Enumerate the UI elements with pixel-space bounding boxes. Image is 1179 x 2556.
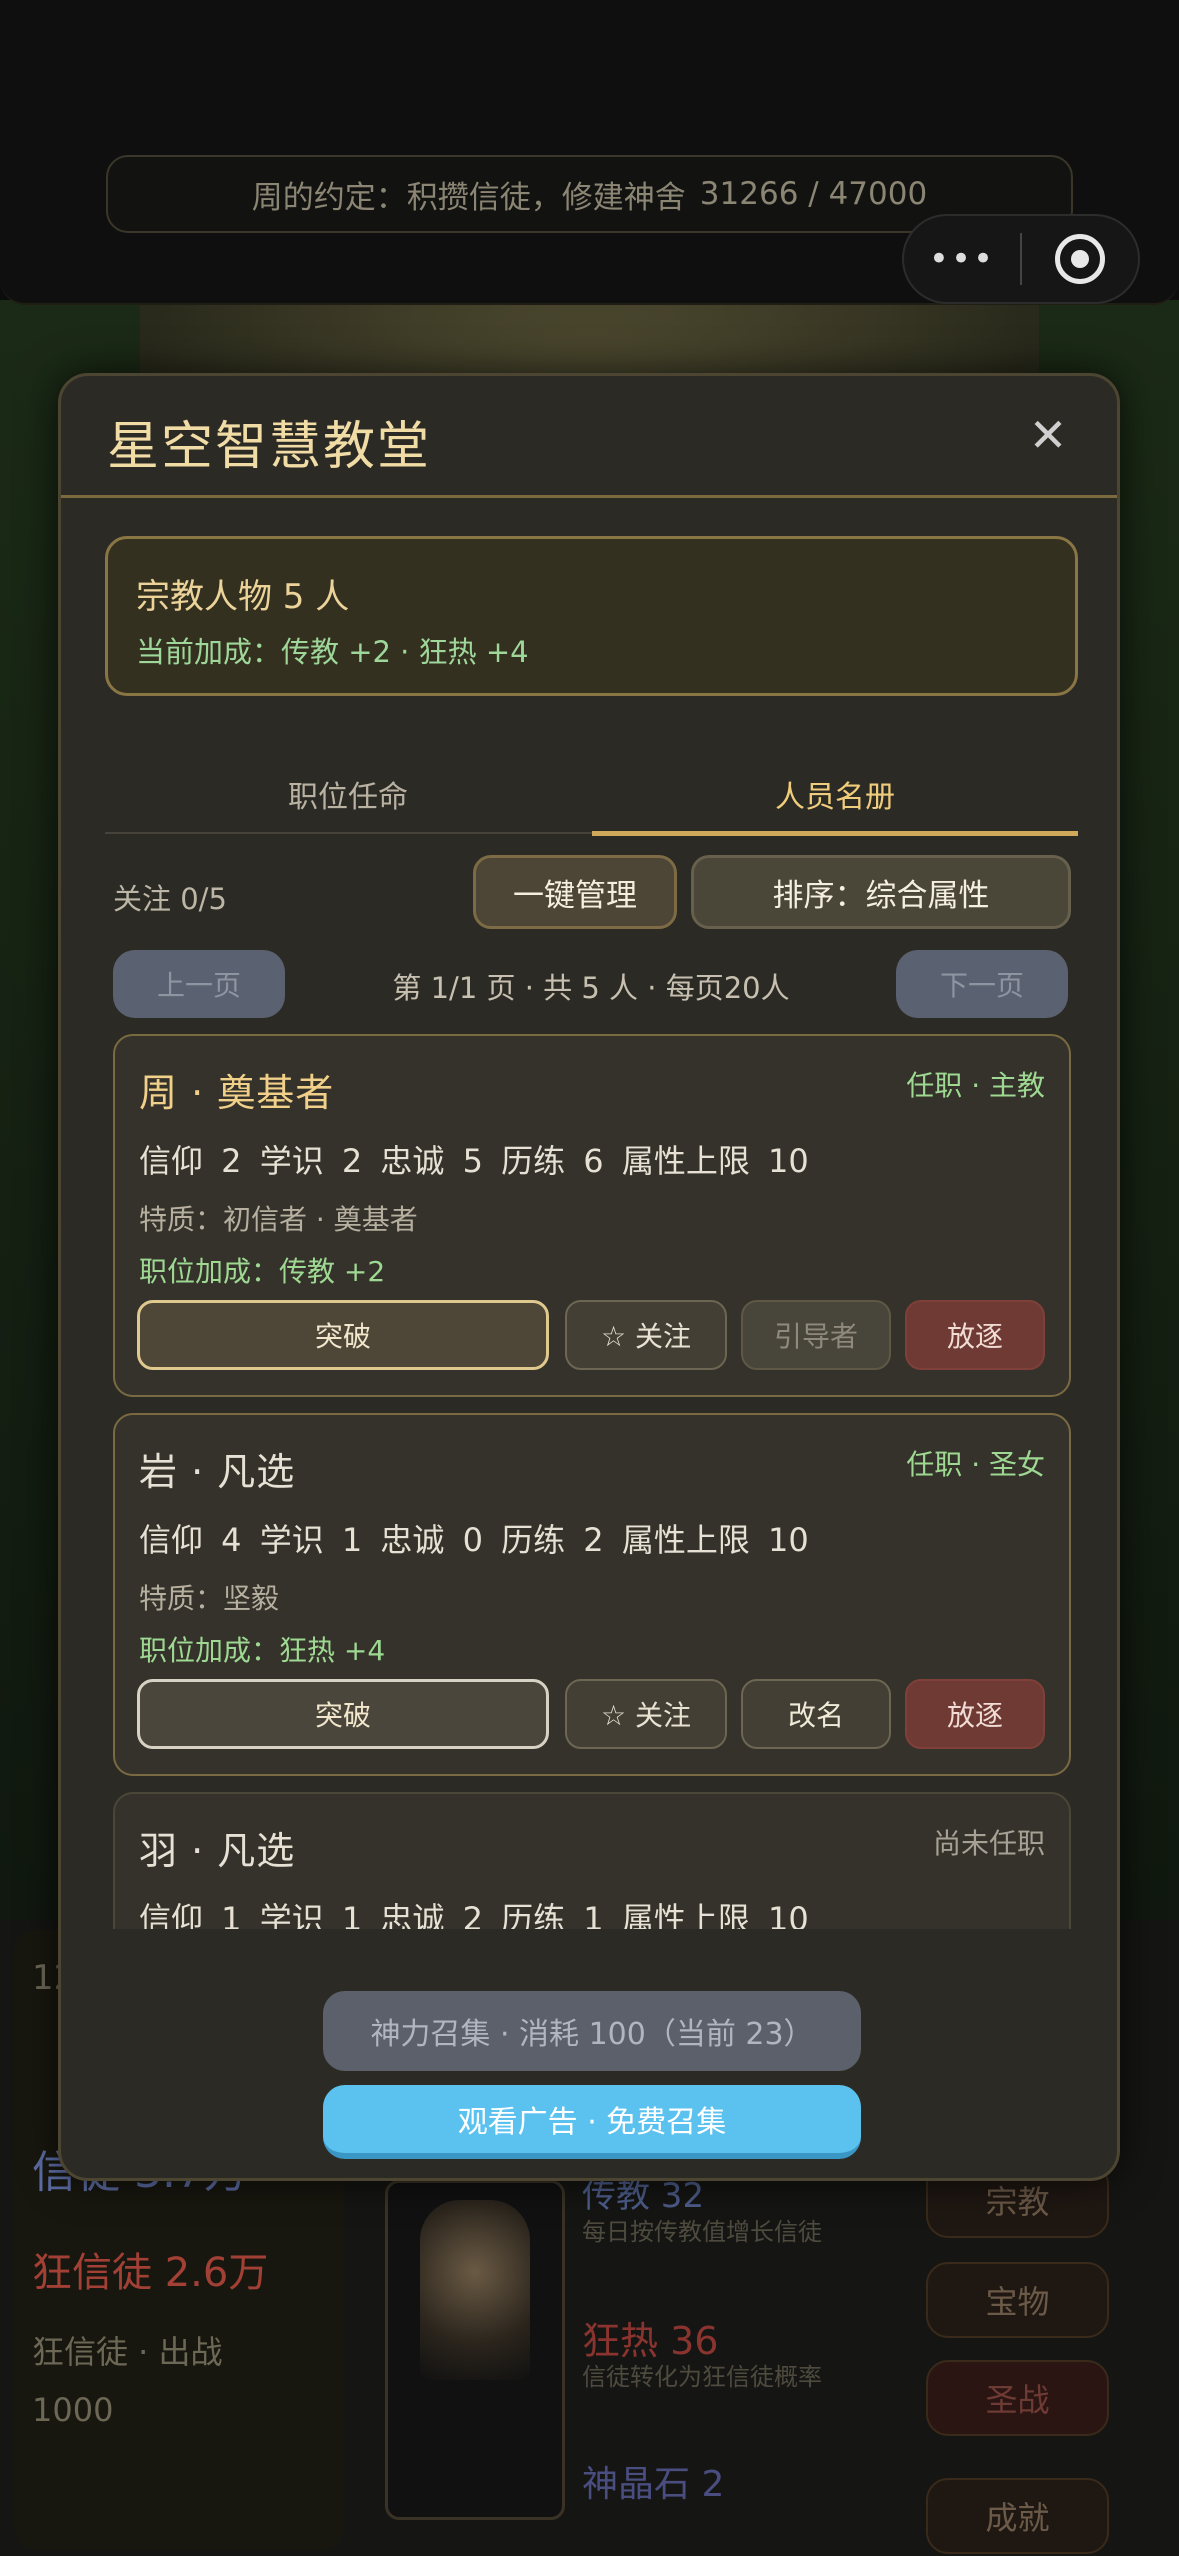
divine-summon-button[interactable]: 神力召集 · 消耗 100（当前 23）	[323, 1991, 861, 2071]
breakthrough-button[interactable]: 突破	[137, 1679, 549, 1749]
current-bonus: 当前加成：传教 +2 · 狂热 +4	[136, 635, 529, 669]
member-card: 岩 · 凡选 任职 · 圣女 信仰 4 学识 1 忠诚 0 历练 2 属性上限 …	[113, 1413, 1071, 1776]
member-role: 任职 · 圣女	[906, 1448, 1045, 1481]
quest-text: 周的约定：积攒信徒，修建神舍	[251, 179, 686, 216]
statue-image	[420, 2200, 530, 2380]
close-icon[interactable]: ✕	[1023, 408, 1073, 462]
member-stats: 信仰 1 学识 1 忠诚 2 历练 1 属性上限 10	[139, 1900, 809, 1929]
prev-page-button[interactable]: 上一页	[113, 950, 285, 1018]
zealot-deploy-label: 狂信徒 · 出战	[32, 2333, 223, 2371]
member-card: 羽 · 凡选 尚未任职 信仰 1 学识 1 忠诚 2 历练 1 属性上限 10	[113, 1792, 1071, 1929]
rename-button[interactable]: 改名	[741, 1679, 891, 1749]
member-name: 岩 · 凡选	[139, 1450, 296, 1494]
summary-box: 宗教人物 5 人 当前加成：传教 +2 · 狂热 +4	[105, 536, 1078, 696]
member-stats: 信仰 4 学识 1 忠诚 0 历练 2 属性上限 10	[139, 1521, 809, 1559]
target-icon[interactable]	[1022, 216, 1138, 302]
tab-bar: 职位任命 人员名册	[105, 754, 1078, 836]
follow-button[interactable]: ☆ 关注	[565, 1679, 727, 1749]
member-role: 尚未任职	[932, 1827, 1045, 1860]
church-modal: 星空智慧教堂 ✕ 宗教人物 5 人 当前加成：传教 +2 · 狂热 +4 职位任…	[58, 373, 1120, 2181]
tab-roster[interactable]: 人员名册	[592, 754, 1078, 836]
exile-button[interactable]: 放逐	[905, 1679, 1045, 1749]
member-list[interactable]: 周 · 奠基者 任职 · 主教 信仰 2 学识 2 忠诚 5 历练 6 属性上限…	[113, 1034, 1071, 1929]
follow-button[interactable]: ☆ 关注	[565, 1300, 727, 1370]
side-button-holy-war[interactable]: 圣战	[926, 2360, 1109, 2436]
sort-button[interactable]: 排序：综合属性	[691, 855, 1071, 929]
mini-program-capsule: •••	[902, 214, 1140, 304]
quest-progress: 31266 / 47000	[699, 176, 928, 212]
member-position-bonus: 职位加成：传教 +2	[139, 1255, 386, 1288]
watch-ad-summon-button[interactable]: 观看广告 · 免费召集	[323, 2085, 861, 2159]
modal-title: 星空智慧教堂	[107, 417, 432, 477]
zealot-deploy-value: 1000	[32, 2391, 114, 2429]
side-button-achievements[interactable]: 成就	[926, 2478, 1109, 2554]
one-click-manage-button[interactable]: 一键管理	[473, 855, 677, 929]
member-role: 任职 · 主教	[906, 1069, 1045, 1102]
member-card: 周 · 奠基者 任职 · 主教 信仰 2 学识 2 忠诚 5 历练 6 属性上限…	[113, 1034, 1071, 1397]
crystal-stat: 神晶石 2	[582, 2464, 725, 2505]
follow-count: 关注 0/5	[113, 882, 227, 916]
exile-button[interactable]: 放逐	[905, 1300, 1045, 1370]
member-stats: 信仰 2 学识 2 忠诚 5 历练 6 属性上限 10	[139, 1142, 809, 1180]
zeal-stat: 狂热 36	[582, 2319, 719, 2363]
modal-header: 星空智慧教堂 ✕	[61, 376, 1117, 498]
member-position-bonus: 职位加成：狂热 +4	[139, 1634, 386, 1667]
breakthrough-button[interactable]: 突破	[137, 1300, 549, 1370]
zeal-desc: 信徒转化为狂信徒概率	[582, 2363, 822, 2391]
missionary-desc: 每日按传教值增长信徒	[582, 2218, 822, 2246]
zealots-count: 狂信徒 2.6万	[32, 2250, 269, 2296]
game-screen: 周的约定：积攒信徒，修建神舍 31266 / 47000 ••• 12 信徒 3…	[0, 0, 1179, 2556]
next-page-button[interactable]: 下一页	[896, 950, 1068, 1018]
more-dots-icon[interactable]: •••	[904, 216, 1020, 302]
tab-appointments[interactable]: 职位任命	[105, 754, 591, 834]
side-button-treasure[interactable]: 宝物	[926, 2262, 1109, 2338]
member-trait: 特质：初信者 · 奠基者	[139, 1203, 418, 1236]
member-trait: 特质：坚毅	[139, 1582, 280, 1615]
page-info: 第 1/1 页 · 共 5 人 · 每页20人	[392, 971, 790, 1005]
guide-button[interactable]: 引导者	[741, 1300, 891, 1370]
member-count: 宗教人物 5 人	[136, 577, 350, 617]
member-name: 羽 · 凡选	[139, 1829, 296, 1873]
member-name: 周 · 奠基者	[139, 1071, 335, 1115]
